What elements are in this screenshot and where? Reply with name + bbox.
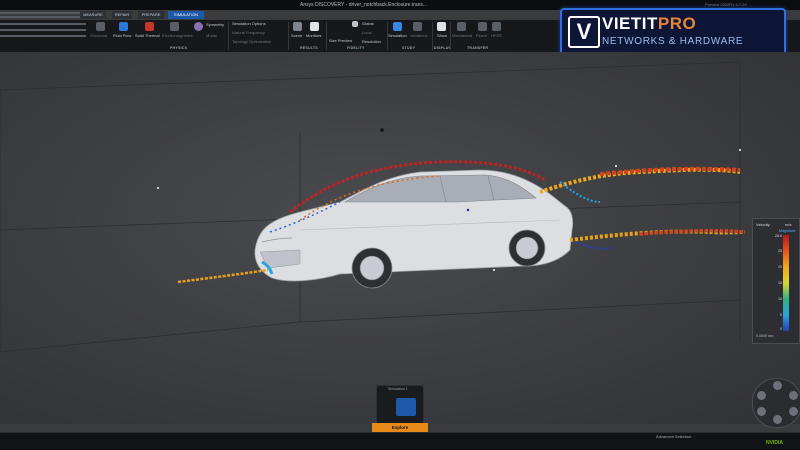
view-top-icon[interactable] bbox=[773, 381, 782, 390]
structural-icon[interactable] bbox=[96, 22, 105, 31]
fluid-flow-icon[interactable] bbox=[119, 22, 128, 31]
velocity-legend[interactable]: Velocity m/s Magnitude 28.6 25 20 15 10 … bbox=[752, 218, 800, 344]
monitors-icon[interactable] bbox=[310, 22, 319, 31]
show-button[interactable]: Show bbox=[437, 33, 447, 39]
brand-name-accent: PRO bbox=[657, 14, 697, 33]
viewport[interactable] bbox=[0, 52, 800, 424]
slider-track[interactable] bbox=[0, 29, 86, 31]
fidelity-group-label: Fidelity bbox=[347, 46, 365, 50]
legend-unit[interactable]: m/s bbox=[785, 222, 791, 227]
resolution-button[interactable]: Resolution bbox=[362, 39, 381, 45]
brand-overlay: V VIETITPRO NETWORKS & HARDWARE bbox=[560, 8, 786, 56]
simulation-scene[interactable] bbox=[0, 52, 800, 424]
nvidia-logo: NVIDIA bbox=[766, 440, 783, 446]
tab-measure[interactable]: Measure bbox=[80, 11, 106, 19]
view-zoom-icon[interactable] bbox=[789, 407, 798, 416]
brand-logo-letter: V bbox=[576, 19, 592, 44]
slider-track[interactable] bbox=[0, 23, 86, 25]
scene-icon[interactable] bbox=[293, 22, 302, 31]
simulation-button[interactable]: Simulation bbox=[388, 33, 407, 39]
slider-track[interactable] bbox=[0, 16, 80, 18]
symmetry-button[interactable]: Symmetry bbox=[206, 22, 224, 28]
ribbon-divider bbox=[450, 22, 451, 50]
electromagnetics-icon[interactable] bbox=[170, 22, 179, 31]
view-rotate-icon[interactable] bbox=[789, 391, 798, 400]
global-icon[interactable] bbox=[352, 21, 358, 27]
variations-icon[interactable] bbox=[413, 22, 422, 31]
slider-track[interactable] bbox=[0, 12, 80, 14]
navigation-wheel[interactable] bbox=[752, 378, 800, 428]
legend-time: 0.0849 sec bbox=[756, 334, 774, 338]
tab-simulation[interactable]: Simulation bbox=[168, 11, 204, 19]
legend-tick: 20 bbox=[778, 265, 782, 269]
slider-track[interactable] bbox=[0, 35, 86, 37]
physics-group-label: Physics bbox=[170, 46, 188, 50]
size-preview-button[interactable]: Size Preview bbox=[329, 38, 352, 44]
view-fit-icon[interactable] bbox=[757, 407, 766, 416]
legend-tick: 10 bbox=[778, 297, 782, 301]
selection-mode-label[interactable]: Advanced Selection bbox=[656, 434, 691, 439]
show-icon[interactable] bbox=[437, 22, 446, 31]
fluid-flow-button[interactable]: Fluid Flow bbox=[113, 33, 131, 39]
brand-name-main: VIETIT bbox=[602, 14, 658, 33]
modal-button[interactable]: Modal bbox=[206, 33, 217, 39]
legend-tick: 5 bbox=[780, 313, 782, 317]
study-group-label: Study bbox=[402, 46, 416, 50]
view-home-icon[interactable] bbox=[757, 391, 766, 400]
explore-simulation-icon[interactable] bbox=[396, 398, 416, 416]
app-window: Ansys DISCOVERY - driver_notchback.Enclo… bbox=[0, 0, 800, 450]
results-group-label: Results bbox=[300, 46, 318, 50]
ribbon-divider bbox=[326, 22, 327, 50]
legend-tick: 0 bbox=[780, 327, 782, 331]
simulation-icon[interactable] bbox=[393, 22, 402, 31]
brand-tagline: NETWORKS & HARDWARE bbox=[602, 36, 744, 47]
legend-tick: 15 bbox=[778, 281, 782, 285]
mechanical-button[interactable]: Mechanical bbox=[452, 33, 472, 39]
tab-prepare[interactable]: Prepare bbox=[138, 11, 164, 19]
topology-optimization-button[interactable]: Topology Optimization bbox=[232, 39, 271, 45]
view-pan-icon[interactable] bbox=[773, 415, 782, 424]
global-button[interactable]: Global bbox=[362, 21, 374, 27]
electromagnetics-button[interactable]: Electromagnetics bbox=[162, 33, 193, 39]
car-model[interactable] bbox=[254, 169, 574, 289]
brand-logo-icon: V bbox=[568, 16, 600, 48]
legend-tick: 28.6 bbox=[775, 234, 782, 238]
local-button[interactable]: Local bbox=[362, 30, 372, 36]
legend-quantity[interactable]: Magnitude bbox=[779, 229, 796, 233]
legend-tick: 25 bbox=[778, 249, 782, 253]
thermometer-icon[interactable] bbox=[145, 22, 154, 31]
variations-button[interactable]: Variations bbox=[410, 33, 428, 39]
display-group-label: Display bbox=[434, 46, 451, 50]
brand-name: VIETITPRO bbox=[602, 14, 696, 34]
scene-button[interactable]: Scene bbox=[291, 33, 302, 39]
monitors-button[interactable]: Monitors bbox=[306, 33, 321, 39]
natural-frequency-button[interactable]: Natural Frequency bbox=[232, 30, 265, 36]
fluent-icon[interactable] bbox=[478, 22, 487, 31]
ribbon-divider bbox=[228, 22, 229, 50]
solid-thermal-button[interactable]: Solid Thermal bbox=[135, 33, 160, 39]
legend-color-bar bbox=[783, 235, 789, 331]
explore-button[interactable]: Explore bbox=[372, 423, 428, 432]
hfss-icon[interactable] bbox=[492, 22, 501, 31]
explore-simulation-label: Simulation 1 bbox=[388, 387, 408, 391]
ribbon-divider bbox=[288, 22, 289, 50]
window-title: Ansys DISCOVERY - driver_notchback.Enclo… bbox=[300, 2, 428, 8]
symmetry-icon[interactable] bbox=[194, 22, 203, 31]
ribbon-divider bbox=[432, 22, 433, 50]
tab-repair[interactable]: Repair bbox=[112, 11, 132, 19]
simulation-options-button[interactable]: Simulation Options bbox=[232, 21, 266, 27]
structural-button[interactable]: Structural bbox=[90, 33, 107, 39]
hfss-button[interactable]: HFSS bbox=[491, 33, 502, 39]
fluent-button[interactable]: Fluent bbox=[476, 33, 487, 39]
status-bar: Advanced Selection bbox=[0, 432, 800, 450]
legend-title: Velocity bbox=[756, 222, 770, 227]
transfer-group-label: Transfer bbox=[467, 46, 489, 50]
mechanical-icon[interactable] bbox=[457, 22, 466, 31]
